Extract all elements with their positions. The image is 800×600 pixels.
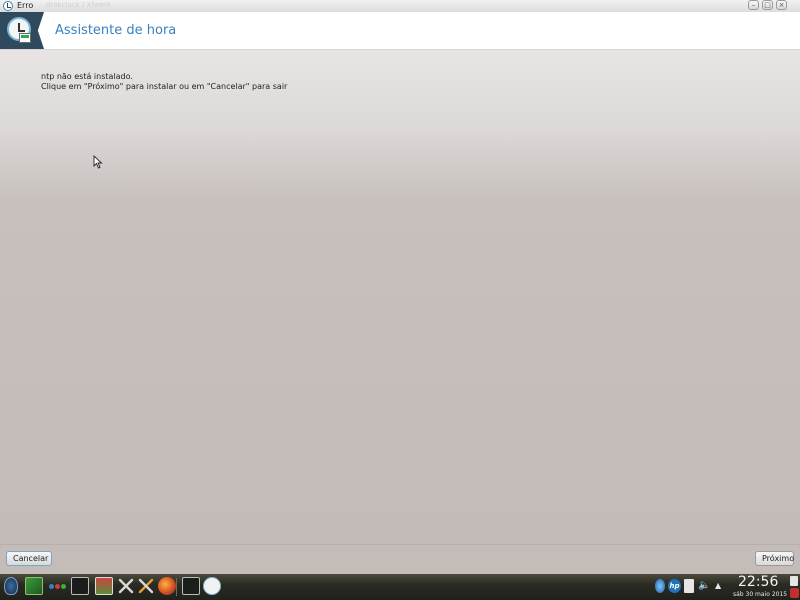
settings-tools-icon[interactable] xyxy=(137,577,155,595)
next-button[interactable]: Próximo xyxy=(755,551,794,566)
network-icon[interactable] xyxy=(655,579,665,593)
taskbar: hp 🔈 ▲ xyxy=(0,574,800,600)
message-line-1: ntp não está instalado. xyxy=(41,72,133,81)
expand-arrow-icon[interactable]: ▲ xyxy=(715,579,723,593)
hp-icon[interactable]: hp xyxy=(668,579,681,593)
volume-icon[interactable]: 🔈 xyxy=(698,579,710,593)
clock-time[interactable]: 22:56 xyxy=(738,574,778,590)
screen: Erro drakclock / Xfwm4 – □ × Assistente … xyxy=(0,0,800,600)
firefox-icon[interactable] xyxy=(158,577,176,595)
maximize-button[interactable]: □ xyxy=(762,0,773,10)
minimize-button[interactable]: – xyxy=(748,0,759,10)
dot-green-icon xyxy=(61,584,66,589)
wizard-content: ntp não está instalado. Clique em "Próxi… xyxy=(0,50,800,544)
tools-icon[interactable] xyxy=(117,577,135,595)
message-line-2: Clique em "Próximo" para instalar ou em … xyxy=(41,82,288,91)
window-title: Erro xyxy=(17,1,34,10)
clipboard-icon[interactable] xyxy=(684,579,694,593)
wizard-footer: Cancelar Próximo xyxy=(0,544,800,575)
wizard-header: Assistente de hora xyxy=(0,12,800,50)
monitor-icon[interactable] xyxy=(182,577,200,595)
close-button[interactable]: × xyxy=(776,0,787,10)
terminal-icon[interactable] xyxy=(25,577,43,595)
page-title: Assistente de hora xyxy=(55,23,177,38)
clock-settings-icon[interactable] xyxy=(203,577,221,595)
dot-blue-icon xyxy=(49,584,54,589)
application-menu-icon[interactable] xyxy=(4,577,18,595)
taskbar-separator xyxy=(176,578,177,596)
document-icon xyxy=(19,33,31,43)
console-icon[interactable] xyxy=(71,577,89,595)
cancel-button[interactable]: Cancelar xyxy=(6,551,52,566)
app-clock-icon xyxy=(3,1,13,11)
notifications-icon[interactable] xyxy=(790,576,798,586)
indicator-dots-icon[interactable] xyxy=(48,577,68,595)
window-subtitle: drakclock / Xfwm4 xyxy=(46,1,111,9)
image-viewer-icon[interactable] xyxy=(95,577,113,595)
dot-red-icon xyxy=(55,584,60,589)
clock-date[interactable]: sáb 30 maio 2015 xyxy=(733,591,787,598)
update-icon[interactable] xyxy=(790,588,799,598)
